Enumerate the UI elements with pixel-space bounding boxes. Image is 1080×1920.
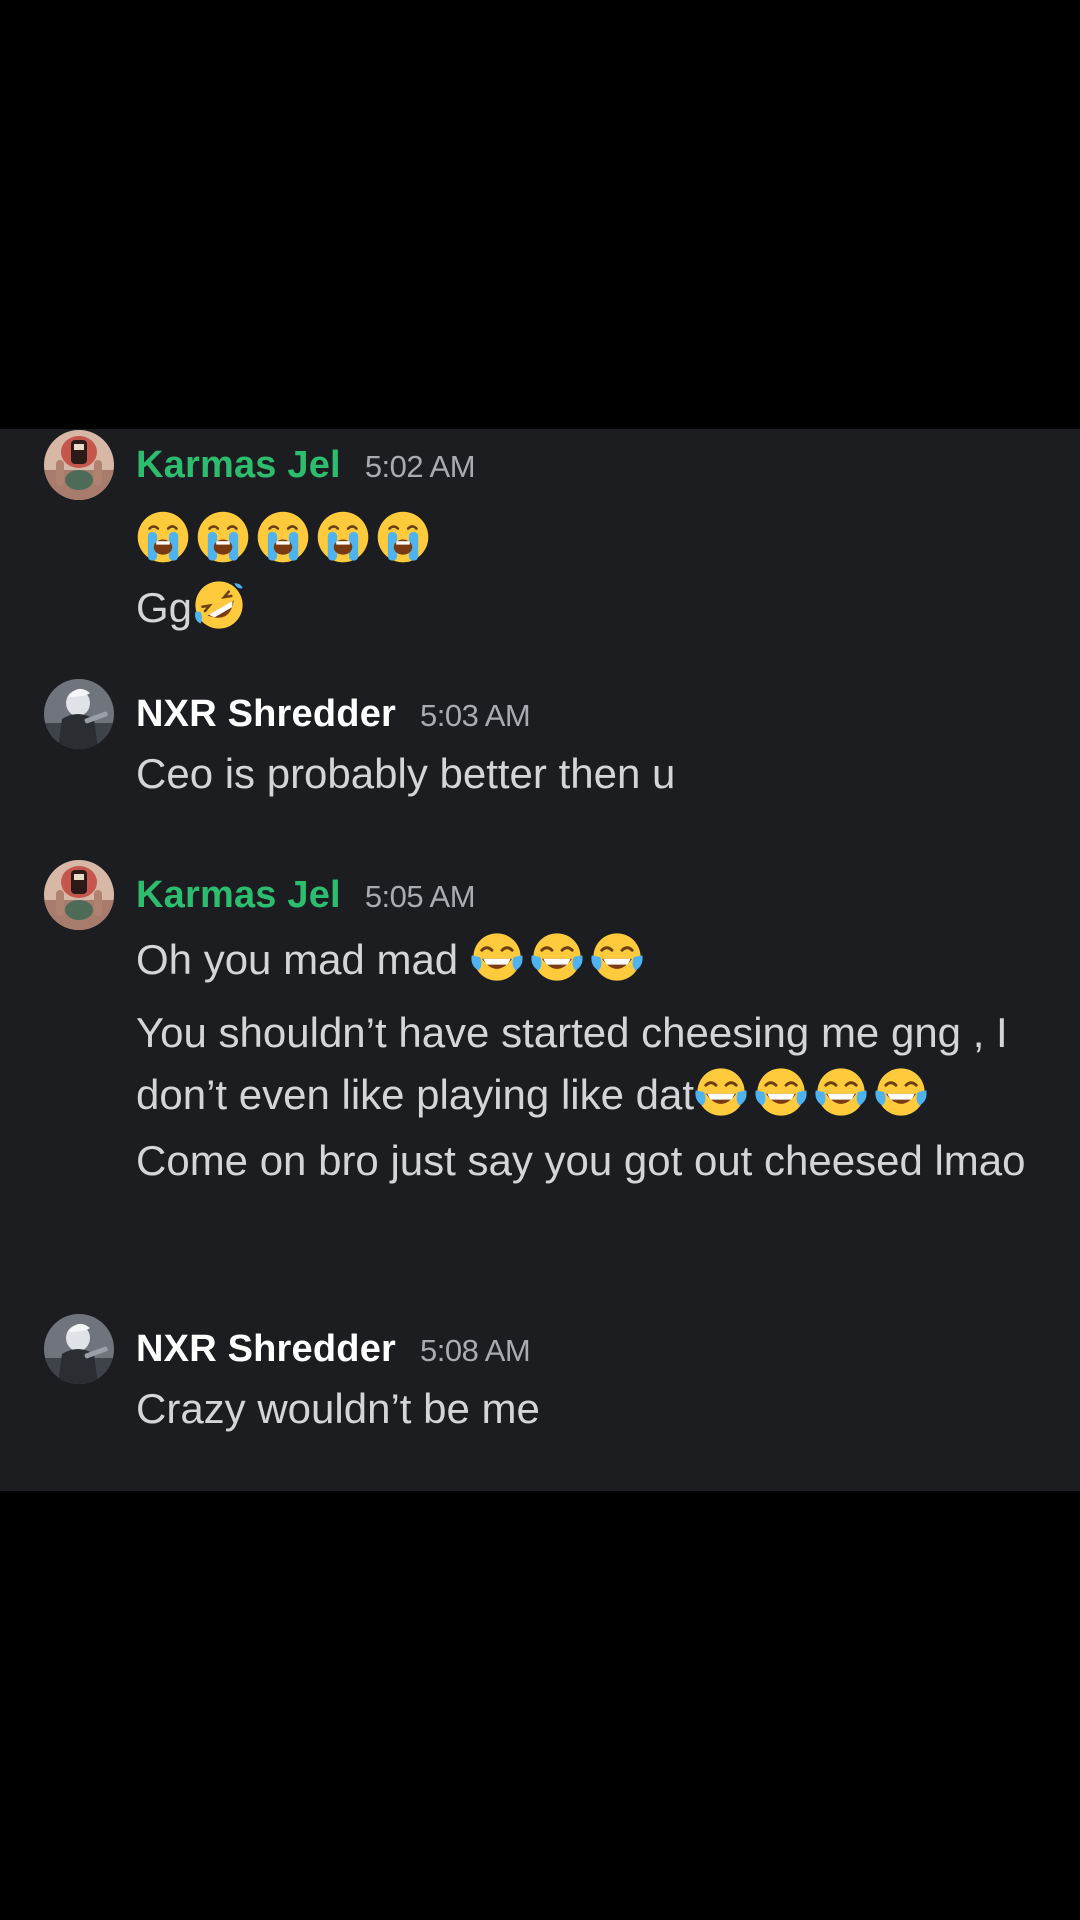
face-with-tears-of-joy-icon [470, 930, 524, 984]
loudly-crying-face-icon [316, 510, 370, 564]
message-text: You shouldn’t have started cheesing me g… [136, 1002, 1066, 1126]
face-with-tears-of-joy-icon [694, 1065, 748, 1119]
username[interactable]: Karmas Jel [136, 444, 341, 487]
message-text-content: Gg [136, 584, 193, 631]
face-with-tears-of-joy-icon [874, 1065, 928, 1119]
face-with-tears-of-joy-icon [754, 1065, 808, 1119]
face-with-tears-of-joy-icon [530, 930, 584, 984]
rolling-on-floor-laughing-icon [192, 578, 246, 632]
message-text: Crazy wouldn’t be me [136, 1385, 540, 1432]
message-header: Karmas Jel 5:05 AM [136, 874, 476, 922]
timestamp: 5:05 AM [364, 879, 476, 914]
timestamp: 5:02 AM [364, 449, 476, 484]
timestamp: 5:03 AM [420, 698, 531, 733]
avatar[interactable] [44, 1314, 114, 1384]
username[interactable]: NXR Shredder [136, 693, 396, 736]
message-text-content: Oh you mad mad [136, 936, 470, 983]
username[interactable]: Karmas Jel [136, 874, 341, 917]
message-header: Karmas Jel 5:02 AM [136, 444, 476, 492]
avatar[interactable] [44, 430, 114, 500]
username[interactable]: NXR Shredder [136, 1328, 396, 1371]
message-header: NXR Shredder 5:03 AM [136, 693, 531, 741]
message-group: Karmas Jel 5:05 AM Oh you mad mad You sh… [0, 860, 1080, 1280]
avatar[interactable] [44, 679, 114, 749]
face-with-tears-of-joy-icon [590, 930, 644, 984]
message-text: Ceo is probably better then u [136, 750, 676, 797]
message-group: NXR Shredder 5:08 AM Crazy wouldn’t be m… [0, 1314, 1080, 1464]
loudly-crying-face-icon [136, 510, 190, 564]
message-text: Gg [136, 578, 252, 633]
message-group: NXR Shredder 5:03 AM Ceo is probably bet… [0, 679, 1080, 819]
message-text: Oh you mad mad [136, 930, 650, 985]
loudly-crying-face-icon [196, 510, 250, 564]
message-text [136, 510, 436, 565]
timestamp: 5:08 AM [420, 1333, 531, 1368]
face-with-tears-of-joy-icon [814, 1065, 868, 1119]
loudly-crying-face-icon [256, 510, 310, 564]
message-group: Karmas Jel 5:02 AM Gg [0, 430, 1080, 642]
message-header: NXR Shredder 5:08 AM [136, 1328, 531, 1376]
avatar[interactable] [44, 860, 114, 930]
loudly-crying-face-icon [376, 510, 430, 564]
chat-panel[interactable]: Karmas Jel 5:02 AM Gg NXR Shredder 5:03 … [0, 429, 1080, 1491]
message-text: Come on bro just say you got out cheesed… [136, 1137, 1026, 1184]
